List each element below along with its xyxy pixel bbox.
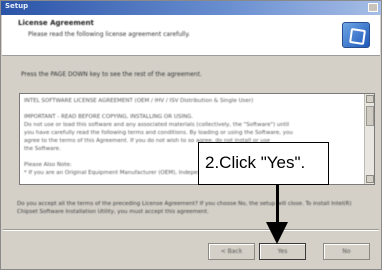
yes-button-label: Yes bbox=[277, 248, 288, 255]
accept-question: Do you accept all the terms of the prece… bbox=[17, 201, 352, 215]
page-subtitle: Please read the following license agreem… bbox=[28, 31, 190, 38]
no-button-label: No bbox=[342, 248, 351, 255]
yes-button[interactable]: Yes bbox=[259, 243, 306, 260]
scroll-up-arrow-icon[interactable] bbox=[366, 95, 374, 103]
setup-logo-icon bbox=[342, 22, 370, 48]
divider bbox=[3, 229, 379, 231]
wizard-header: License Agreement Please read the follow… bbox=[2, 15, 380, 56]
license-line: the Software. bbox=[24, 146, 61, 152]
page-down-prompt: Press the PAGE DOWN key to see the rest … bbox=[21, 71, 202, 78]
instruction-callout: 2.Click "Yes". bbox=[198, 142, 329, 185]
license-line: you have carefully read the following te… bbox=[24, 130, 293, 136]
scroll-down-arrow-icon[interactable] bbox=[366, 175, 374, 183]
license-line: IMPORTANT - READ BEFORE COPYING, INSTALL… bbox=[24, 114, 194, 120]
close-icon[interactable] bbox=[368, 3, 378, 12]
license-scrollbar[interactable] bbox=[364, 94, 374, 184]
back-button[interactable]: < Back bbox=[208, 243, 255, 260]
window-title: Setup bbox=[5, 2, 29, 10]
back-button-label: < Back bbox=[220, 248, 243, 255]
pointer-arrow-icon bbox=[266, 222, 288, 244]
pointer-arrow-shaft bbox=[276, 185, 279, 223]
license-line: Please Also Note: bbox=[24, 162, 72, 168]
title-bar[interactable]: Setup bbox=[1, 1, 381, 15]
license-line: Do not use or load this software and any… bbox=[24, 122, 290, 128]
page-title: License Agreement bbox=[18, 19, 94, 27]
no-button[interactable]: No bbox=[323, 243, 370, 260]
license-line: INTEL SOFTWARE LICENSE AGREEMENT (OEM / … bbox=[24, 98, 254, 104]
scroll-thumb[interactable] bbox=[366, 106, 374, 126]
setup-window: Setup License Agreement Please read the … bbox=[0, 0, 382, 270]
